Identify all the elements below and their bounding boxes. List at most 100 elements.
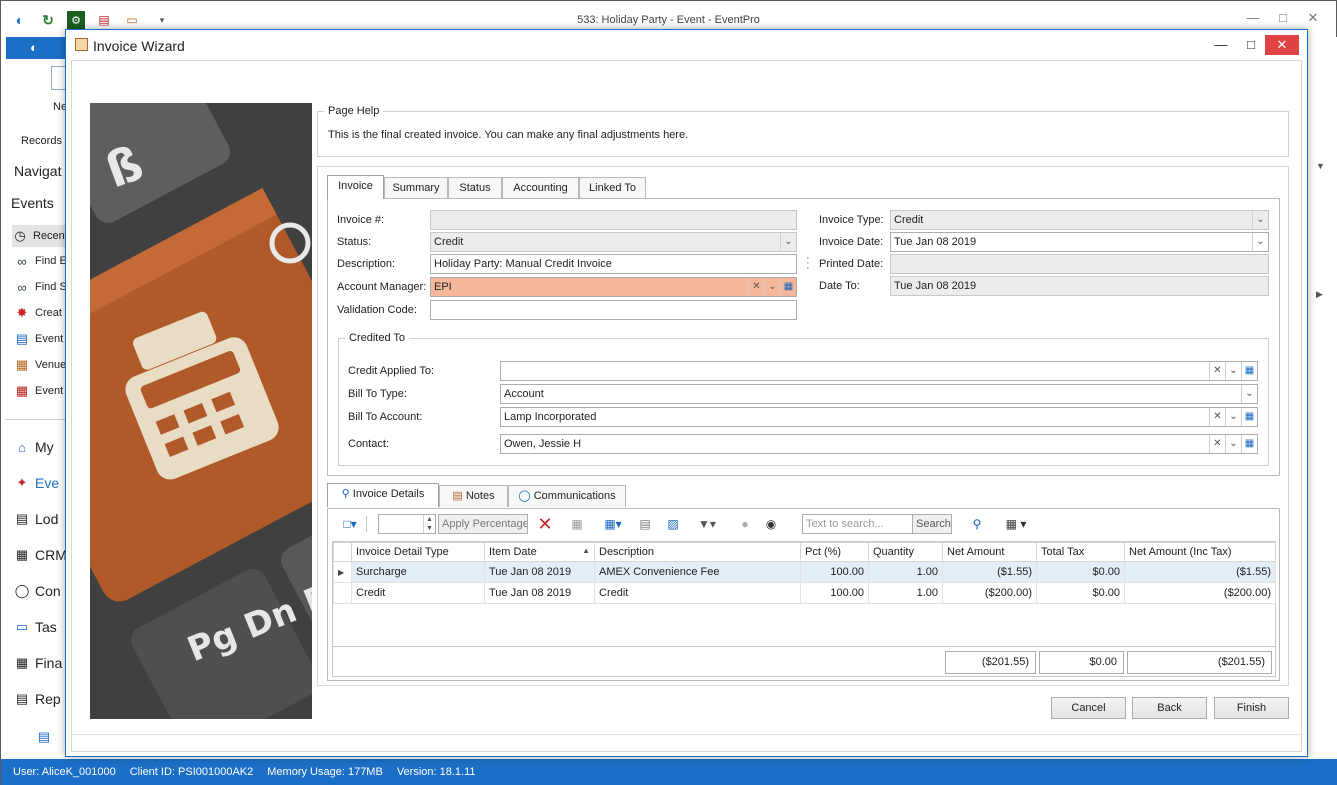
invoice-date-picker[interactable]: Tue Jan 08 2019 ⌄ xyxy=(890,232,1269,252)
column-header[interactable]: Item Date ▲ xyxy=(484,542,595,562)
table-cell[interactable]: 100.00 xyxy=(800,582,869,604)
nav-module-reports[interactable]: ▤ Rep xyxy=(14,691,61,707)
nav-item-create[interactable]: ✸ Creat xyxy=(14,305,62,321)
table-cell[interactable]: $0.00 xyxy=(1036,582,1125,604)
table-cell[interactable]: AMEX Convenience Fee xyxy=(594,561,801,583)
chevron-down-icon[interactable]: ⌄ xyxy=(1241,385,1257,403)
filter-icon[interactable]: ▼▾ xyxy=(694,514,720,534)
table-row[interactable]: ▶ Surcharge Tue Jan 08 2019 AMEX Conveni… xyxy=(333,561,1276,583)
status-select[interactable]: Credit ⌄ xyxy=(430,232,797,252)
dialog-close-button[interactable]: ✕ xyxy=(1265,35,1299,55)
app-maximize-button[interactable]: □ xyxy=(1271,10,1295,28)
tab-summary[interactable]: Summary xyxy=(384,177,448,199)
move-up-icon[interactable]: ● xyxy=(734,514,756,534)
nav-module-contacts[interactable]: ◯ Con xyxy=(14,583,61,599)
bill-to-account-select[interactable]: Lamp Incorporated ✕ ⌄ ▦ xyxy=(500,407,1258,427)
tab-accounting[interactable]: Accounting xyxy=(502,177,579,199)
chevron-down-icon[interactable]: ⌄ xyxy=(764,278,780,296)
description-field[interactable]: Holiday Party: Manual Credit Invoice xyxy=(430,254,797,274)
clear-icon[interactable]: ✕ xyxy=(1209,362,1225,380)
table-cell[interactable]: Surcharge xyxy=(351,561,485,583)
chevron-down-icon[interactable]: ⌄ xyxy=(1225,435,1241,453)
nav-module-my[interactable]: ⌂ My xyxy=(14,439,54,455)
table-cell[interactable]: Tue Jan 08 2019 xyxy=(484,561,595,583)
clear-icon[interactable]: ✕ xyxy=(748,278,764,296)
nav-section-events[interactable]: Events xyxy=(11,195,54,211)
nav-item-event[interactable]: ▤ Event xyxy=(14,331,63,347)
chevron-down-icon[interactable]: ⌄ xyxy=(1225,408,1241,426)
cancel-button[interactable]: Cancel xyxy=(1051,697,1126,719)
dialog-minimize-button[interactable]: — xyxy=(1204,35,1238,55)
tab-status[interactable]: Status xyxy=(448,177,502,199)
tab-notes[interactable]: ▤ Notes xyxy=(439,485,508,507)
account-manager-select[interactable]: EPI ✕ ⌄ ▦ xyxy=(430,277,797,297)
table-cell[interactable]: Credit xyxy=(351,582,485,604)
table-cell[interactable]: Tue Jan 08 2019 xyxy=(484,582,595,604)
chevron-right-icon[interactable]: ▶ xyxy=(1316,289,1323,300)
nav-module-finance[interactable]: ▦ Fina xyxy=(14,655,62,671)
nav-item-find-event[interactable]: ∞ Find E xyxy=(14,253,65,269)
table-cell[interactable]: 1.00 xyxy=(868,582,943,604)
spinner-icon[interactable]: ▲ ▼ xyxy=(423,515,435,533)
column-header[interactable]: Quantity xyxy=(868,542,943,562)
column-header[interactable]: Total Tax xyxy=(1036,542,1125,562)
validation-code-field[interactable] xyxy=(430,300,797,320)
delete-icon[interactable]: ✕ xyxy=(534,514,556,534)
book-icon[interactable]: ▨ xyxy=(662,514,684,534)
table-cell[interactable]: ($1.55) xyxy=(942,561,1037,583)
lookup-icon[interactable]: ▦ xyxy=(780,278,796,296)
app-minimize-button[interactable]: — xyxy=(1241,10,1265,28)
bill-to-type-select[interactable]: Account ⌄ xyxy=(500,384,1258,404)
new-item-icon[interactable]: □▾ xyxy=(338,514,362,534)
invoice-type-select[interactable]: Credit ⌄ xyxy=(890,210,1269,230)
lookup-icon[interactable]: ▦ xyxy=(1241,362,1257,380)
export-icon[interactable]: ▤ xyxy=(634,514,656,534)
nav-module-crm[interactable]: ▦ CRM xyxy=(14,547,65,563)
column-header[interactable]: Pct (%) xyxy=(800,542,869,562)
finish-button[interactable]: Finish xyxy=(1214,697,1289,719)
column-header[interactable]: Description xyxy=(594,542,801,562)
nav-config-icon[interactable]: ▤ xyxy=(36,729,52,745)
table-cell[interactable]: ($200.00) xyxy=(1124,582,1276,604)
clear-icon[interactable]: ✕ xyxy=(1209,408,1225,426)
chevron-down-icon[interactable]: ▼ xyxy=(1316,161,1325,171)
table-cell[interactable]: $0.00 xyxy=(1036,561,1125,583)
copy-icon[interactable]: ▦ xyxy=(566,514,588,534)
printed-date-field[interactable] xyxy=(890,254,1269,274)
table-cell[interactable]: 1.00 xyxy=(868,561,943,583)
table-cell[interactable]: ($1.55) xyxy=(1124,561,1276,583)
grid-search-button[interactable]: Search xyxy=(912,514,952,534)
clear-icon[interactable]: ✕ xyxy=(1209,435,1225,453)
credit-applied-to-select[interactable]: ✕ ⌄ ▦ xyxy=(500,361,1258,381)
tab-invoice-details[interactable]: ⚲ Invoice Details xyxy=(327,483,439,507)
table-cell[interactable]: ($200.00) xyxy=(942,582,1037,604)
column-header[interactable]: Invoice Detail Type xyxy=(351,542,485,562)
tab-invoice[interactable]: Invoice xyxy=(327,175,384,199)
table-row[interactable]: Credit Tue Jan 08 2019 Credit 100.00 1.0… xyxy=(333,582,1276,604)
dialog-maximize-button[interactable]: □ xyxy=(1234,35,1268,55)
nav-item-recent[interactable]: ◷ Recen xyxy=(12,225,65,247)
app-menu-icon[interactable]: ◐ xyxy=(30,40,38,55)
tab-communications[interactable]: ◯ Communications xyxy=(508,485,626,507)
nav-module-lodging[interactable]: ▤ Lod xyxy=(14,511,59,527)
nav-item-find-s[interactable]: ∞ Find S xyxy=(14,279,65,295)
splitter-grip-icon[interactable]: · · · xyxy=(806,253,810,274)
chevron-down-icon[interactable]: ⌄ xyxy=(1252,211,1268,229)
back-button[interactable]: Back xyxy=(1132,697,1207,719)
table-cell[interactable]: 100.00 xyxy=(800,561,869,583)
nav-item-event-2[interactable]: ▦ Event xyxy=(14,383,63,399)
lookup-icon[interactable]: ▦ xyxy=(1241,435,1257,453)
lookup-icon[interactable]: ▦ xyxy=(1241,408,1257,426)
column-header[interactable]: Net Amount xyxy=(942,542,1037,562)
duplicate-icon[interactable]: ▦▾ xyxy=(600,514,626,534)
table-cell[interactable]: Credit xyxy=(594,582,801,604)
chevron-down-icon[interactable]: ⌄ xyxy=(780,233,796,251)
nav-module-tasks[interactable]: ▭ Tas xyxy=(14,619,57,635)
chevron-down-icon[interactable]: ⌄ xyxy=(1252,233,1268,251)
column-header[interactable]: Net Amount (Inc Tax) xyxy=(1124,542,1276,562)
apply-percentage-button[interactable]: Apply Percentage xyxy=(438,514,528,534)
invoice-number-field[interactable] xyxy=(430,210,797,230)
tab-linked-to[interactable]: Linked To xyxy=(579,177,646,199)
find-icon[interactable]: ⚲ xyxy=(966,514,988,534)
save-layout-icon[interactable]: ▦ ▾ xyxy=(998,514,1034,534)
